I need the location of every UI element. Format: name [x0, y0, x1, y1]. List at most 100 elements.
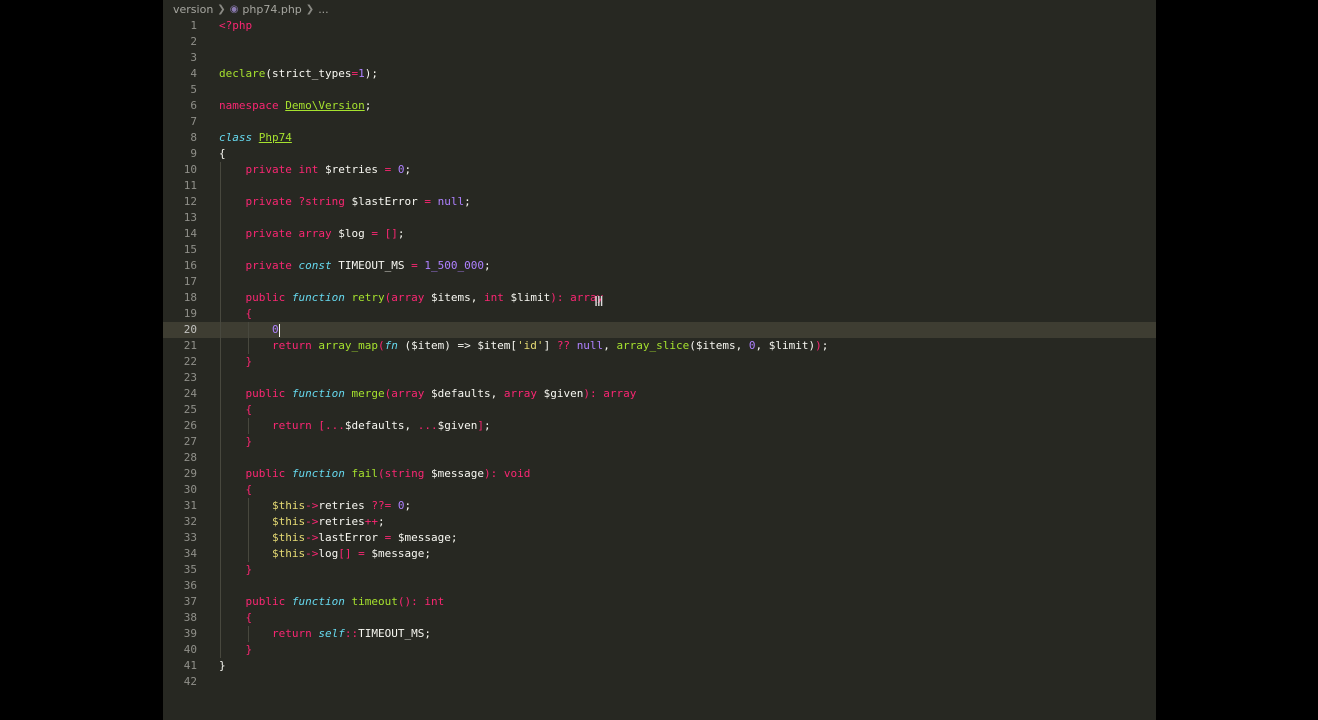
line-number: 38 [183, 611, 197, 624]
code-token: ; [464, 195, 471, 208]
code-token: fn [384, 339, 398, 352]
code-token: { [219, 147, 226, 160]
code-line[interactable]: 16 private const TIMEOUT_MS = 1_500_000; [163, 258, 1156, 274]
code-line[interactable]: 4 declare(strict_types=1); [163, 66, 1156, 82]
line-number: 33 [183, 531, 197, 544]
code-line[interactable]: 5 [163, 82, 1156, 98]
breadcrumb-folder[interactable]: version [173, 2, 213, 18]
code-text: private ?string $lastError = null; [219, 194, 471, 210]
code-line[interactable]: 14 private array $log = []; [163, 226, 1156, 242]
code-token: = [424, 195, 431, 208]
code-text: return [...$defaults, ...$given]; [219, 418, 491, 434]
code-token: ) [550, 291, 557, 304]
code-text: private array $log = []; [219, 226, 405, 242]
code-line[interactable]: 6 namespace Demo\Version; [163, 98, 1156, 114]
code-line[interactable]: 36 [163, 578, 1156, 594]
code-line[interactable]: 20 0 [163, 322, 1156, 338]
code-line[interactable]: 17 [163, 274, 1156, 290]
breadcrumb: version ❯ ◉ php74.php ❯ ... [173, 2, 329, 18]
code-token: ( [377, 467, 385, 480]
code-token: = [411, 259, 418, 272]
code-token: } [219, 659, 226, 672]
code-token: ?string [298, 195, 345, 208]
code-line[interactable]: 12 private ?string $lastError = null; [163, 194, 1156, 210]
code-line[interactable]: 31 $this->retries ??= 0; [163, 498, 1156, 514]
code-line[interactable]: 41} [163, 658, 1156, 674]
code-line[interactable]: 23 [163, 370, 1156, 386]
code-token: { [245, 611, 253, 624]
code-line[interactable]: 7 [163, 114, 1156, 130]
code-line[interactable]: 30 { [163, 482, 1156, 498]
code-line[interactable]: 32 $this->retries++; [163, 514, 1156, 530]
code-token: ... [417, 419, 438, 432]
line-number: 15 [183, 243, 197, 256]
code-line[interactable]: 11 [163, 178, 1156, 194]
code-token: -> [305, 531, 319, 544]
code-line[interactable]: 29 public function fail(string $message)… [163, 466, 1156, 482]
code-line[interactable]: 39 return self::TIMEOUT_MS; [163, 626, 1156, 642]
code-token: ] [477, 419, 484, 432]
code-token: ; [364, 99, 372, 112]
code-line[interactable]: 19 { [163, 306, 1156, 322]
code-token: $message [424, 467, 484, 480]
line-number: 27 [183, 435, 197, 448]
code-editor[interactable]: version ❯ ◉ php74.php ❯ ... 1 <?php 2 3 4 dec… [163, 0, 1156, 720]
line-number: 21 [183, 339, 197, 352]
code-line[interactable]: 33 $this->lastError = $message; [163, 530, 1156, 546]
code-token: ] [543, 339, 557, 352]
code-line[interactable]: 13 [163, 210, 1156, 226]
code-line[interactable]: 25 { [163, 402, 1156, 418]
code-token: $this [271, 547, 306, 560]
code-line[interactable]: 35 } [163, 562, 1156, 578]
line-number: 24 [183, 387, 197, 400]
code-text: $this->log[] = $message; [219, 546, 431, 562]
code-line[interactable]: 42 [163, 674, 1156, 690]
code-token: ); [364, 67, 378, 80]
code-line[interactable]: 9{ [163, 146, 1156, 162]
code-token: $this [271, 531, 306, 544]
code-line[interactable]: 18 public function retry(array $items, i… [163, 290, 1156, 306]
breadcrumb-file[interactable]: php74.php [242, 2, 301, 18]
code-line[interactable]: 26 return [...$defaults, ...$given]; [163, 418, 1156, 434]
code-text: { [219, 306, 253, 322]
code-token: ; [821, 339, 829, 352]
line-number: 41 [183, 659, 197, 672]
code-token: timeout [351, 595, 398, 608]
code-line[interactable]: 34 $this->log[] = $message; [163, 546, 1156, 562]
code-line[interactable]: 24 public function merge(array $defaults… [163, 386, 1156, 402]
code-line[interactable]: 38 { [163, 610, 1156, 626]
code-line[interactable]: 15 [163, 242, 1156, 258]
code-token: 0 [271, 323, 279, 336]
code-line[interactable]: 10 private int $retries = 0; [163, 162, 1156, 178]
line-number: 12 [183, 195, 197, 208]
code-text: 0 [219, 322, 280, 338]
code-token: $defaults, [424, 387, 504, 400]
code-line[interactable]: 27 } [163, 434, 1156, 450]
code-line[interactable]: 1 <?php [163, 18, 1156, 34]
line-number: 10 [183, 163, 197, 176]
code-token: Php74 [258, 131, 292, 144]
code-line[interactable]: 22 } [163, 354, 1156, 370]
line-number: 3 [190, 51, 197, 64]
code-text: namespace Demo\Version; [219, 98, 371, 114]
code-line[interactable]: 3 [163, 50, 1156, 66]
code-text: return self::TIMEOUT_MS; [219, 626, 431, 642]
code-line[interactable]: 2 [163, 34, 1156, 50]
code-line[interactable]: 21 return array_map(fn ($item) => $item[… [163, 338, 1156, 354]
chevron-right-icon: ❯ [305, 4, 315, 15]
code-token: merge [351, 387, 385, 400]
code-line[interactable]: 40 } [163, 642, 1156, 658]
code-line[interactable]: 28 [163, 450, 1156, 466]
code-token: ) [483, 467, 491, 480]
breadcrumb-more[interactable]: ... [318, 2, 329, 18]
code-token: { [245, 403, 253, 416]
line-number: 4 [190, 67, 197, 80]
line-number: 8 [190, 131, 197, 144]
code-line[interactable]: 37 public function timeout(): int [163, 594, 1156, 610]
code-line[interactable]: 8 class Php74 [163, 130, 1156, 146]
code-token: $this [271, 515, 306, 528]
code-token: [] [384, 227, 398, 240]
